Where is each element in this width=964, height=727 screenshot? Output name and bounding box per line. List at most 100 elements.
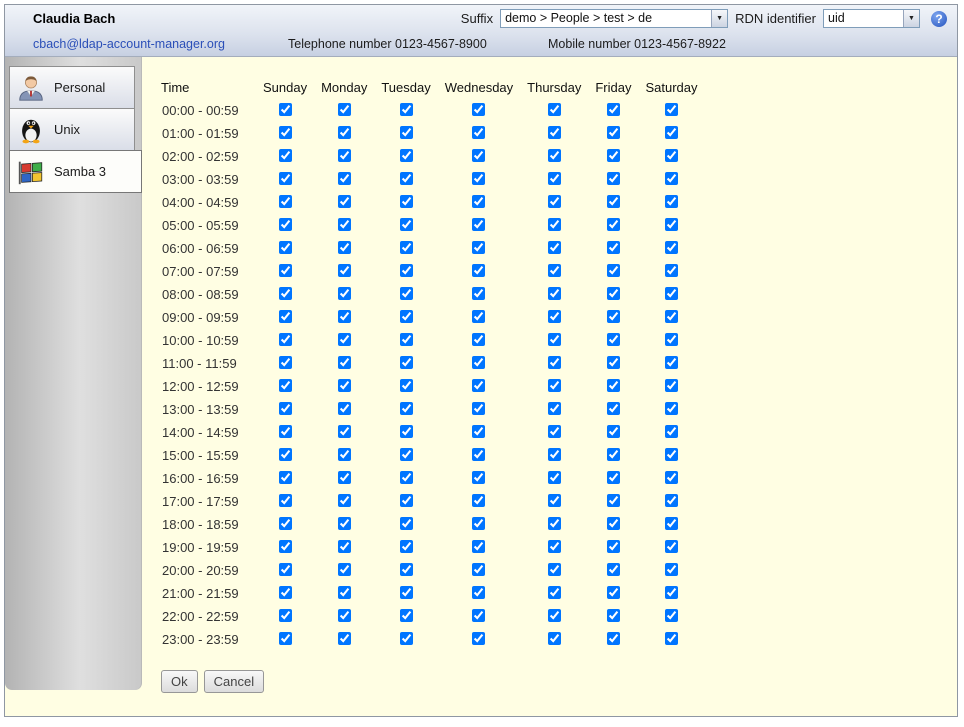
- day-hour-checkbox[interactable]: [665, 448, 678, 461]
- day-hour-checkbox[interactable]: [338, 471, 351, 484]
- day-hour-checkbox[interactable]: [338, 448, 351, 461]
- day-hour-checkbox[interactable]: [548, 126, 561, 139]
- day-hour-checkbox[interactable]: [400, 241, 413, 254]
- day-hour-checkbox[interactable]: [665, 494, 678, 507]
- day-hour-checkbox[interactable]: [472, 632, 485, 645]
- day-hour-checkbox[interactable]: [279, 287, 292, 300]
- day-hour-checkbox[interactable]: [665, 586, 678, 599]
- day-hour-checkbox[interactable]: [279, 126, 292, 139]
- day-hour-checkbox[interactable]: [400, 126, 413, 139]
- day-hour-checkbox[interactable]: [279, 103, 292, 116]
- day-hour-checkbox[interactable]: [607, 494, 620, 507]
- day-hour-checkbox[interactable]: [338, 517, 351, 530]
- day-hour-checkbox[interactable]: [279, 471, 292, 484]
- day-hour-checkbox[interactable]: [548, 448, 561, 461]
- day-hour-checkbox[interactable]: [400, 103, 413, 116]
- day-hour-checkbox[interactable]: [338, 195, 351, 208]
- day-hour-checkbox[interactable]: [548, 264, 561, 277]
- day-hour-checkbox[interactable]: [400, 356, 413, 369]
- day-hour-checkbox[interactable]: [338, 356, 351, 369]
- day-hour-checkbox[interactable]: [400, 586, 413, 599]
- day-hour-checkbox[interactable]: [400, 494, 413, 507]
- day-hour-checkbox[interactable]: [665, 241, 678, 254]
- day-hour-checkbox[interactable]: [472, 310, 485, 323]
- day-hour-checkbox[interactable]: [400, 563, 413, 576]
- day-hour-checkbox[interactable]: [279, 241, 292, 254]
- day-hour-checkbox[interactable]: [607, 517, 620, 530]
- day-hour-checkbox[interactable]: [548, 563, 561, 576]
- day-hour-checkbox[interactable]: [607, 264, 620, 277]
- day-hour-checkbox[interactable]: [607, 402, 620, 415]
- day-hour-checkbox[interactable]: [472, 586, 485, 599]
- day-hour-checkbox[interactable]: [548, 310, 561, 323]
- day-hour-checkbox[interactable]: [338, 264, 351, 277]
- day-hour-checkbox[interactable]: [338, 494, 351, 507]
- day-hour-checkbox[interactable]: [400, 264, 413, 277]
- day-hour-checkbox[interactable]: [279, 264, 292, 277]
- day-hour-checkbox[interactable]: [472, 264, 485, 277]
- day-hour-checkbox[interactable]: [472, 149, 485, 162]
- day-hour-checkbox[interactable]: [338, 586, 351, 599]
- day-hour-checkbox[interactable]: [338, 172, 351, 185]
- day-hour-checkbox[interactable]: [607, 126, 620, 139]
- day-hour-checkbox[interactable]: [665, 218, 678, 231]
- day-hour-checkbox[interactable]: [472, 425, 485, 438]
- day-hour-checkbox[interactable]: [472, 609, 485, 622]
- day-hour-checkbox[interactable]: [338, 149, 351, 162]
- day-hour-checkbox[interactable]: [338, 103, 351, 116]
- day-hour-checkbox[interactable]: [472, 402, 485, 415]
- day-hour-checkbox[interactable]: [607, 586, 620, 599]
- day-hour-checkbox[interactable]: [472, 471, 485, 484]
- day-hour-checkbox[interactable]: [338, 563, 351, 576]
- day-hour-checkbox[interactable]: [400, 172, 413, 185]
- day-hour-checkbox[interactable]: [548, 609, 561, 622]
- day-hour-checkbox[interactable]: [665, 172, 678, 185]
- day-hour-checkbox[interactable]: [400, 149, 413, 162]
- day-hour-checkbox[interactable]: [472, 356, 485, 369]
- day-hour-checkbox[interactable]: [548, 517, 561, 530]
- day-hour-checkbox[interactable]: [279, 333, 292, 346]
- day-hour-checkbox[interactable]: [665, 103, 678, 116]
- day-hour-checkbox[interactable]: [400, 379, 413, 392]
- day-hour-checkbox[interactable]: [400, 609, 413, 622]
- day-hour-checkbox[interactable]: [665, 287, 678, 300]
- suffix-select[interactable]: demo > People > test > de ▼: [500, 9, 728, 28]
- day-hour-checkbox[interactable]: [607, 195, 620, 208]
- day-hour-checkbox[interactable]: [548, 172, 561, 185]
- day-hour-checkbox[interactable]: [472, 563, 485, 576]
- day-hour-checkbox[interactable]: [279, 172, 292, 185]
- day-hour-checkbox[interactable]: [548, 287, 561, 300]
- rdn-identifier-select[interactable]: uid ▼: [823, 9, 920, 28]
- day-hour-checkbox[interactable]: [338, 287, 351, 300]
- day-hour-checkbox[interactable]: [472, 172, 485, 185]
- day-hour-checkbox[interactable]: [665, 379, 678, 392]
- day-hour-checkbox[interactable]: [607, 632, 620, 645]
- day-hour-checkbox[interactable]: [665, 195, 678, 208]
- day-hour-checkbox[interactable]: [472, 333, 485, 346]
- day-hour-checkbox[interactable]: [607, 333, 620, 346]
- day-hour-checkbox[interactable]: [338, 425, 351, 438]
- day-hour-checkbox[interactable]: [665, 126, 678, 139]
- day-hour-checkbox[interactable]: [338, 379, 351, 392]
- day-hour-checkbox[interactable]: [279, 402, 292, 415]
- day-hour-checkbox[interactable]: [472, 540, 485, 553]
- day-hour-checkbox[interactable]: [607, 609, 620, 622]
- day-hour-checkbox[interactable]: [665, 563, 678, 576]
- ok-button[interactable]: Ok: [161, 670, 198, 693]
- day-hour-checkbox[interactable]: [338, 632, 351, 645]
- day-hour-checkbox[interactable]: [607, 356, 620, 369]
- day-hour-checkbox[interactable]: [665, 540, 678, 553]
- day-hour-checkbox[interactable]: [548, 241, 561, 254]
- day-hour-checkbox[interactable]: [279, 379, 292, 392]
- day-hour-checkbox[interactable]: [665, 425, 678, 438]
- day-hour-checkbox[interactable]: [279, 494, 292, 507]
- day-hour-checkbox[interactable]: [279, 540, 292, 553]
- day-hour-checkbox[interactable]: [607, 287, 620, 300]
- day-hour-checkbox[interactable]: [472, 103, 485, 116]
- day-hour-checkbox[interactable]: [548, 333, 561, 346]
- day-hour-checkbox[interactable]: [400, 287, 413, 300]
- day-hour-checkbox[interactable]: [548, 218, 561, 231]
- day-hour-checkbox[interactable]: [607, 448, 620, 461]
- day-hour-checkbox[interactable]: [338, 126, 351, 139]
- day-hour-checkbox[interactable]: [279, 586, 292, 599]
